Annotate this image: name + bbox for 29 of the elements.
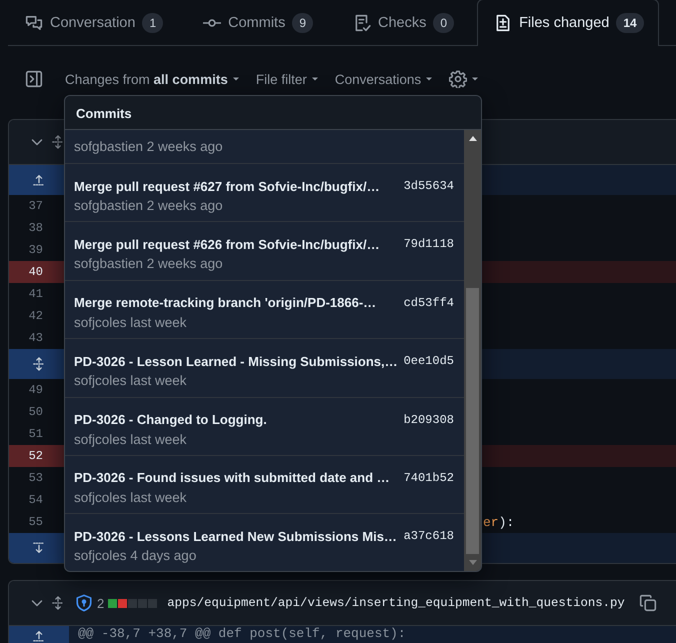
- count-badge: 0: [433, 12, 454, 32]
- count-badge: 1: [142, 12, 164, 32]
- line-number: 42: [28, 308, 44, 325]
- file-filter-button[interactable]: File filter: [248, 68, 327, 90]
- line-number: 49: [28, 382, 44, 399]
- tab[interactable]: Files changed 14: [477, 0, 659, 46]
- change-count: 2: [97, 596, 104, 610]
- line-number: 41: [28, 286, 44, 303]
- line-number: 39: [28, 242, 44, 259]
- line-number: 43: [28, 330, 44, 347]
- changes-filter-button[interactable]: Changes from all commits: [57, 68, 248, 90]
- count-badge: 14: [616, 13, 644, 33]
- line-number: 50: [28, 404, 44, 421]
- line-number: 38: [28, 220, 44, 237]
- tab[interactable]: Conversation 1: [8, 0, 176, 45]
- line-number: 53: [28, 470, 44, 487]
- tab[interactable]: Checks 0: [336, 0, 468, 45]
- code-text: er):: [482, 514, 514, 530]
- line-number: 55: [28, 514, 44, 531]
- hunk-header: @@ -38,7 +38,7 @@ def post(self, request):: [77, 626, 406, 642]
- line-number: 54: [28, 492, 44, 509]
- menu-title: Commits: [65, 96, 481, 130]
- line-number: 37: [28, 198, 44, 215]
- commit-item[interactable]: sofgbastien 2 weeks ago: [65, 130, 464, 164]
- conversations-button[interactable]: Conversations: [326, 68, 442, 90]
- line-number: 51: [28, 426, 44, 443]
- count-badge: 9: [292, 12, 314, 32]
- tab[interactable]: Commits 9: [186, 0, 326, 45]
- file-path[interactable]: apps/equipment/api/views/inserting_equipment_with_questions.py: [167, 596, 625, 610]
